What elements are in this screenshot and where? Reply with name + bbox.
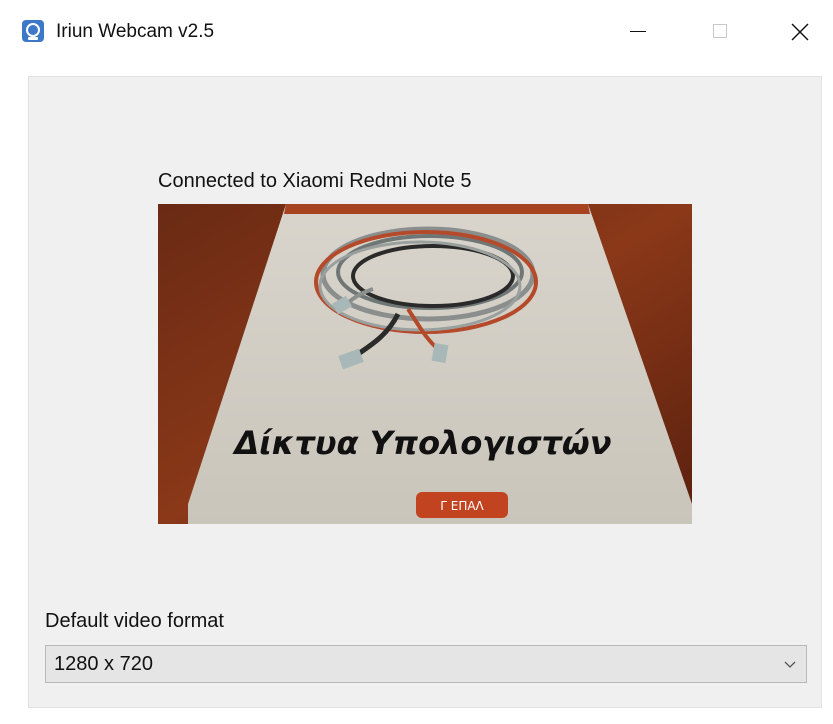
maximize-button[interactable] bbox=[690, 8, 750, 54]
book-badge-label: Γ ΕΠΑΛ bbox=[440, 499, 484, 513]
maximize-icon bbox=[713, 24, 727, 38]
connection-status: Connected to Xiaomi Redmi Note 5 bbox=[158, 170, 472, 192]
minimize-button[interactable] bbox=[608, 8, 668, 54]
chevron-down-icon bbox=[784, 661, 796, 668]
minimize-icon bbox=[630, 31, 646, 32]
close-icon bbox=[791, 23, 809, 41]
video-format-select[interactable]: 1280 x 720 bbox=[45, 645, 807, 683]
webcam-app-icon bbox=[22, 20, 44, 42]
video-format-label: Default video format bbox=[45, 610, 224, 632]
video-format-value: 1280 x 720 bbox=[54, 653, 153, 675]
title-bar[interactable]: Iriun Webcam v2.5 bbox=[0, 0, 833, 62]
window-title: Iriun Webcam v2.5 bbox=[56, 21, 215, 42]
close-button[interactable] bbox=[770, 8, 830, 54]
app-window: Iriun Webcam v2.5 Connected to Xiaomi Re… bbox=[0, 0, 833, 724]
book-title: Δίκτυα Υπολογιστών bbox=[231, 424, 611, 462]
camera-preview: Δίκτυα Υπολογιστών Γ ΕΠΑΛ bbox=[158, 204, 692, 524]
camera-preview-image: Δίκτυα Υπολογιστών Γ ΕΠΑΛ bbox=[158, 204, 692, 524]
